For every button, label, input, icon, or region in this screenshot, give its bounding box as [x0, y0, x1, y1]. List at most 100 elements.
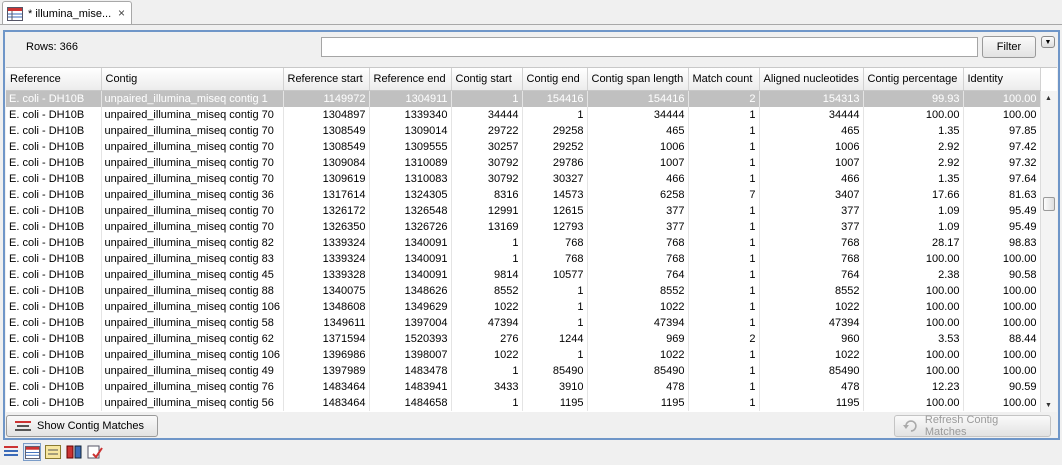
table-cell: 1 — [688, 362, 760, 379]
table-cell: 100.00 — [863, 282, 964, 299]
table-row[interactable]: E. coli - DH10B unpaired_illumina_miseq c… — [6, 346, 1041, 363]
table-row[interactable]: E. coli - DH10B unpaired_illumina_miseq c… — [6, 138, 1041, 155]
filter-input[interactable] — [321, 37, 978, 57]
table-cell: 1326548 — [369, 202, 452, 219]
editor-tab[interactable]: * illumina_mise... × — [2, 1, 132, 25]
table-cell: E. coli - DH10B — [6, 394, 102, 411]
table-cell: 90.59 — [963, 378, 1041, 395]
close-icon[interactable]: × — [118, 6, 125, 20]
table-cell: 768 — [587, 250, 689, 267]
column-header[interactable]: Match count — [688, 68, 760, 91]
table-cell: E. coli - DH10B — [6, 202, 102, 219]
table-cell: 154313 — [759, 90, 864, 107]
table-cell: unpaired_illumina_miseq contig 45 — [101, 266, 284, 283]
column-header[interactable]: Contig end — [522, 68, 588, 91]
table-row[interactable]: E. coli - DH10B unpaired_illumina_miseq c… — [6, 122, 1041, 139]
table-cell: 1483478 — [369, 362, 452, 379]
table-cell: 1340091 — [369, 250, 452, 267]
column-header[interactable]: Contig start — [451, 68, 523, 91]
table-row[interactable]: E. coli - DH10B unpaired_illumina_miseq c… — [6, 218, 1041, 235]
vertical-scrollbar[interactable]: ▲ ▼ — [1040, 91, 1057, 412]
table-cell: 1304911 — [369, 90, 452, 107]
table-cell: 1 — [688, 106, 760, 123]
table-row[interactable]: E. coli - DH10B unpaired_illumina_miseq c… — [6, 362, 1041, 379]
column-header[interactable]: Aligned nucleotides — [759, 68, 864, 91]
table-cell: 377 — [759, 202, 864, 219]
table-row[interactable]: E. coli - DH10B unpaired_illumina_miseq c… — [6, 314, 1041, 331]
table-cell: E. coli - DH10B — [6, 266, 102, 283]
column-header[interactable]: Identity — [963, 68, 1041, 91]
table-cell: E. coli - DH10B — [6, 330, 102, 347]
history-view-icon[interactable] — [86, 443, 104, 461]
table-row[interactable]: E. coli - DH10B unpaired_illumina_miseq c… — [6, 378, 1041, 395]
table-cell: 1 — [688, 250, 760, 267]
table-row[interactable]: E. coli - DH10B unpaired_illumina_miseq c… — [6, 154, 1041, 171]
column-header[interactable]: Reference — [6, 68, 102, 91]
scroll-down-icon[interactable]: ▼ — [1045, 402, 1052, 409]
table-cell: 1022 — [451, 346, 523, 363]
table-row[interactable]: E. coli - DH10B unpaired_illumina_miseq c… — [6, 282, 1041, 299]
column-header[interactable]: Contig span length — [587, 68, 689, 91]
table-cell: 1326350 — [283, 218, 370, 235]
table-view-icon[interactable] — [2, 443, 20, 461]
row-count-label: Rows: 366 — [26, 41, 78, 53]
table-cell: 276 — [451, 330, 523, 347]
column-header[interactable]: Contig percentage — [863, 68, 964, 91]
table-cell: 1348608 — [283, 298, 370, 315]
table-row[interactable]: E. coli - DH10B unpaired_illumina_miseq c… — [6, 330, 1041, 347]
table-cell: 81.63 — [963, 186, 1041, 203]
table-row[interactable]: E. coli - DH10B unpaired_illumina_miseq c… — [6, 202, 1041, 219]
book-view-icon[interactable] — [65, 443, 83, 461]
table-cell: 100.00 — [863, 362, 964, 379]
table-cell: 2.38 — [863, 266, 964, 283]
scrollbar-thumb[interactable] — [1043, 197, 1055, 211]
table-cell: E. coli - DH10B — [6, 362, 102, 379]
scroll-up-icon[interactable]: ▲ — [1045, 95, 1052, 102]
table-cell: 1 — [688, 234, 760, 251]
table-cell: 1007 — [759, 154, 864, 171]
table-cell: 2.92 — [863, 154, 964, 171]
table-header-row: Reference Contig Reference start Reference … — [6, 68, 1041, 91]
refresh-contig-matches-label: Refresh Contig Matches — [924, 414, 999, 438]
table-row[interactable]: E. coli - DH10B unpaired_illumina_miseq c… — [6, 298, 1041, 315]
table-cell: 100.00 — [863, 394, 964, 411]
contig-matches-table[interactable]: Reference Contig Reference start Reference … — [6, 67, 1057, 412]
table-cell: 1397004 — [369, 314, 452, 331]
table-cell: 466 — [587, 170, 689, 187]
table-cell: 85490 — [522, 362, 588, 379]
table-cell: 3433 — [451, 378, 523, 395]
column-header[interactable]: Contig — [101, 68, 284, 91]
table-cell: 768 — [522, 234, 588, 251]
table-cell: 47394 — [587, 314, 689, 331]
table-row[interactable]: E. coli - DH10B unpaired_illumina_miseq c… — [6, 234, 1041, 251]
table-cell: 12991 — [451, 202, 523, 219]
refresh-contig-matches-button[interactable]: Refresh Contig Matches — [894, 414, 1051, 438]
table-cell: 97.64 — [963, 170, 1041, 187]
table-row[interactable]: E. coli - DH10B unpaired_illumina_miseq c… — [6, 394, 1041, 411]
table-row[interactable]: E. coli - DH10B unpaired_illumina_miseq c… — [6, 106, 1041, 123]
filter-button[interactable]: Filter — [982, 36, 1036, 58]
column-header[interactable]: Reference end — [369, 68, 452, 91]
table-options-button[interactable]: ▼ — [1041, 36, 1055, 48]
table-row[interactable]: E. coli - DH10B unpaired_illumina_miseq c… — [6, 186, 1041, 203]
graph-table-view-icon[interactable] — [23, 443, 41, 461]
table-cell: 100.00 — [963, 282, 1041, 299]
table-row[interactable]: E. coli - DH10B unpaired_illumina_miseq c… — [6, 266, 1041, 283]
table-row[interactable]: E. coli - DH10B unpaired_illumina_miseq c… — [6, 90, 1041, 107]
table-cell: E. coli - DH10B — [6, 378, 102, 395]
table-cell: 478 — [759, 378, 864, 395]
table-cell: 99.93 — [863, 90, 964, 107]
table-row[interactable]: E. coli - DH10B unpaired_illumina_miseq c… — [6, 170, 1041, 187]
table-cell: 1 — [688, 170, 760, 187]
annotation-view-icon[interactable] — [44, 443, 62, 461]
column-header[interactable]: Reference start — [283, 68, 370, 91]
table-cell: E. coli - DH10B — [6, 154, 102, 171]
table-cell: 14573 — [522, 186, 588, 203]
show-contig-matches-button[interactable]: Show Contig Matches — [6, 415, 158, 437]
table-cell: 100.00 — [863, 250, 964, 267]
table-cell: 1 — [688, 122, 760, 139]
table-cell: 465 — [587, 122, 689, 139]
table-cell: 1006 — [759, 138, 864, 155]
table-cell: 768 — [759, 234, 864, 251]
table-row[interactable]: E. coli - DH10B unpaired_illumina_miseq c… — [6, 250, 1041, 267]
